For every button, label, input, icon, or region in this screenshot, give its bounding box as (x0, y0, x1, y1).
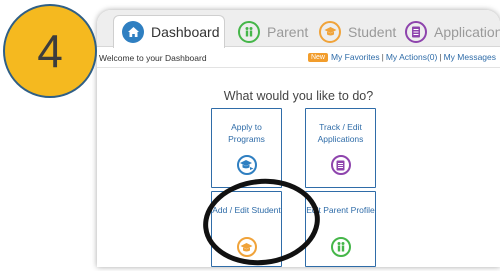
track-edit-applications-card[interactable]: Track / Edit Applications (305, 108, 376, 188)
link-separator: | (439, 52, 442, 62)
parent-icon (238, 20, 260, 43)
card-title: Apply to Programs (228, 122, 265, 144)
tab-application[interactable]: Application (405, 17, 500, 46)
home-icon (122, 21, 144, 43)
welcome-text: Welcome to your Dashboard (99, 53, 207, 63)
my-actions-link[interactable]: My Actions(0) (386, 52, 438, 62)
tab-bar: Dashboard Parent Student Application (97, 10, 500, 48)
dashboard-question: What would you like to do? (223, 89, 374, 103)
step-number-badge: 4 (3, 4, 97, 98)
quick-links: New My Favorites | My Actions(0) | My Me… (307, 52, 496, 62)
my-favorites-link[interactable]: My Favorites (331, 52, 380, 62)
graduation-cap-icon (319, 20, 341, 43)
tab-student[interactable]: Student (319, 17, 396, 46)
link-separator: | (381, 52, 384, 62)
parent-icon (330, 237, 351, 257)
apply-programs-icon (236, 155, 257, 175)
my-messages-link[interactable]: My Messages (444, 52, 496, 62)
card-title: Track / Edit Applications (317, 122, 364, 144)
tab-dashboard[interactable]: Dashboard (113, 15, 225, 48)
apply-to-programs-card[interactable]: Apply to Programs (211, 108, 282, 188)
step-number: 4 (37, 25, 63, 77)
document-icon (405, 20, 427, 43)
welcome-bar: Welcome to your Dashboard New My Favorit… (97, 49, 500, 68)
document-icon (330, 155, 351, 175)
new-badge: New (307, 52, 328, 62)
tab-parent[interactable]: Parent (238, 17, 308, 46)
